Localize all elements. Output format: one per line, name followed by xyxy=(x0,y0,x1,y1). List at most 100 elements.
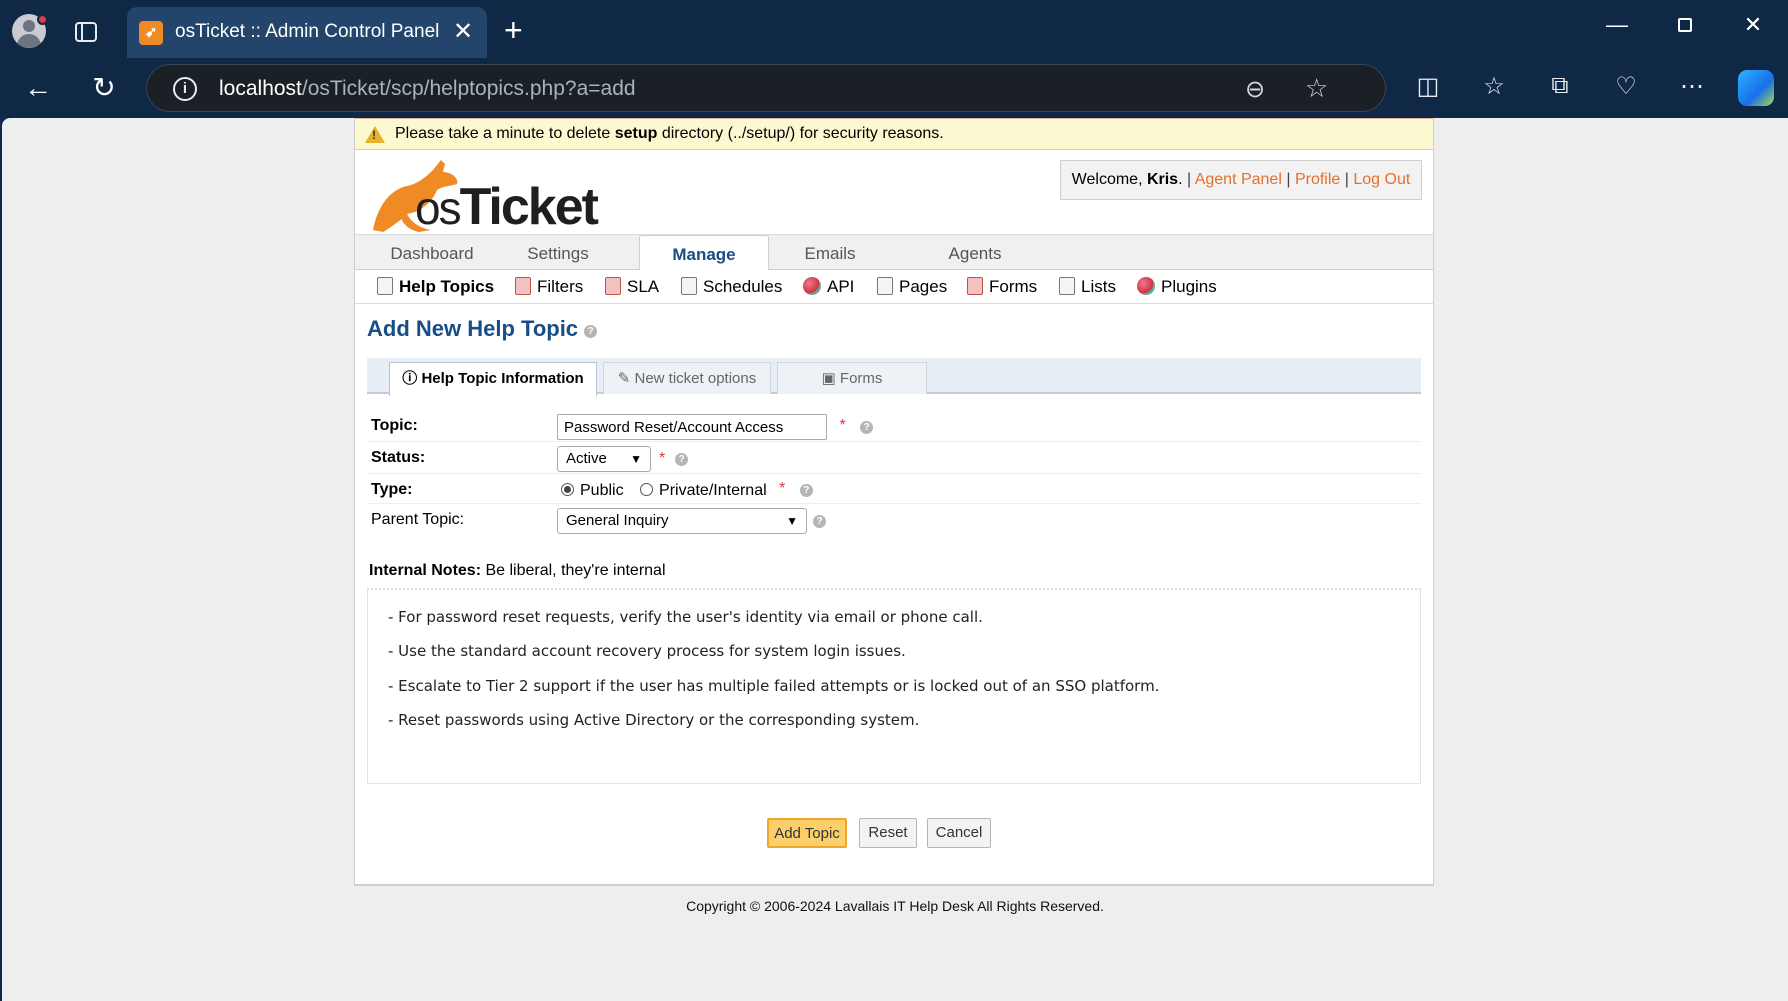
nav-settings[interactable]: Settings xyxy=(493,235,623,271)
subnav-api[interactable]: API xyxy=(803,270,854,304)
tab-help-topic-information[interactable]: ⓘ Help Topic Information xyxy=(389,362,597,396)
address-bar[interactable]: i localhost/osTicket/scp/helptopics.php?… xyxy=(146,64,1386,112)
internal-notes-editor[interactable]: - For password reset requests, verify th… xyxy=(367,588,1421,784)
parent-topic-help-icon[interactable]: ? xyxy=(813,514,826,528)
subnav-schedules[interactable]: Schedules xyxy=(681,270,782,304)
refresh-icon[interactable]: ↻ xyxy=(82,66,126,110)
new-tab-icon[interactable]: + xyxy=(504,14,523,46)
site-info-icon[interactable]: i xyxy=(173,77,197,101)
logout-link[interactable]: Log Out xyxy=(1353,171,1410,188)
subnav-lists[interactable]: Lists xyxy=(1059,270,1116,304)
status-select[interactable]: Active ▼ xyxy=(557,446,651,472)
sub-nav: Help Topics Filters SLA Schedules API Pa… xyxy=(355,270,1433,304)
nav-manage[interactable]: Manage xyxy=(639,235,769,272)
notification-dot xyxy=(37,14,48,25)
add-topic-button[interactable]: Add Topic xyxy=(767,818,847,848)
nav-emails[interactable]: Emails xyxy=(765,235,895,271)
plugins-icon xyxy=(1137,277,1155,295)
internal-notes-hint: Be liberal, they're internal xyxy=(485,562,666,579)
reset-button[interactable]: Reset xyxy=(859,818,917,848)
url-path: /osTicket/scp/helptopics.php?a=add xyxy=(301,77,636,100)
subnav-forms[interactable]: Forms xyxy=(967,270,1037,304)
main-nav: Dashboard Settings Manage Emails Agents xyxy=(355,234,1433,272)
topic-help-icon[interactable]: ? xyxy=(860,420,874,434)
required-asterisk: * xyxy=(659,450,666,467)
type-private-radio[interactable] xyxy=(640,483,654,496)
topic-row: Topic: * ? xyxy=(367,410,1421,442)
help-question-icon[interactable]: ? xyxy=(584,325,598,338)
subnav-sla[interactable]: SLA xyxy=(605,270,659,304)
type-field-wrap: Public Private/Internal * ? xyxy=(557,480,813,500)
browser-tab-title: osTicket :: Admin Control Panel xyxy=(175,21,440,42)
subnav-plugins[interactable]: Plugins xyxy=(1137,270,1217,304)
help-topics-icon xyxy=(377,277,393,295)
back-arrow-icon[interactable]: ← xyxy=(16,66,60,110)
api-icon xyxy=(803,277,821,295)
tab-new-ticket-options[interactable]: ✎ New ticket options xyxy=(603,362,771,394)
type-public-label: Public xyxy=(580,482,624,499)
copilot-icon[interactable] xyxy=(1738,70,1774,106)
type-row: Type: Public Private/Internal * ? xyxy=(367,474,1421,504)
browser-titlebar: ➶ osTicket :: Admin Control Panel ✕ + — … xyxy=(0,0,1788,58)
url-text[interactable]: localhost/osTicket/scp/helptopics.php?a=… xyxy=(219,77,636,101)
collections-icon[interactable]: ⧉ xyxy=(1542,72,1578,100)
setup-warning-banner: Please take a minute to delete setup dir… xyxy=(355,118,1433,150)
page-viewport: Please take a minute to delete setup dir… xyxy=(2,118,1788,1001)
username: Kris xyxy=(1146,171,1179,188)
tab-actions-icon[interactable] xyxy=(75,22,97,42)
subnav-help-topics[interactable]: Help Topics xyxy=(377,270,494,304)
browser-tab-active[interactable]: ➶ osTicket :: Admin Control Panel ✕ xyxy=(127,7,487,58)
notes-line: - Reset passwords using Active Directory… xyxy=(388,711,920,729)
pages-icon xyxy=(877,277,893,295)
parent-topic-row: Parent Topic: General Inquiry ▼ ? xyxy=(367,504,1421,536)
close-window-icon[interactable]: ✕ xyxy=(1733,12,1773,38)
more-menu-icon[interactable]: ⋯ xyxy=(1674,72,1710,101)
zoom-out-icon[interactable]: ⊖ xyxy=(1245,75,1265,104)
warning-text-prefix: Please take a minute to delete xyxy=(395,125,615,142)
minimize-window-icon[interactable]: — xyxy=(1597,12,1637,38)
type-private-label: Private/Internal xyxy=(659,482,767,499)
logo-wordmark: osTicket xyxy=(415,178,599,236)
status-help-icon[interactable]: ? xyxy=(675,452,689,466)
warning-triangle-icon xyxy=(365,126,385,143)
page-container: Please take a minute to delete setup dir… xyxy=(354,118,1434,886)
subnav-pages[interactable]: Pages xyxy=(877,270,947,304)
type-help-icon[interactable]: ? xyxy=(799,484,813,497)
parent-topic-field-wrap: General Inquiry ▼ ? xyxy=(557,508,826,534)
status-field-wrap: Active ▼ * ? xyxy=(557,446,689,472)
schedules-icon xyxy=(681,277,697,295)
required-asterisk: * xyxy=(779,480,786,497)
topic-field-wrap: * ? xyxy=(557,414,874,440)
tab-forms[interactable]: ▣ Forms xyxy=(777,362,927,394)
agent-panel-link[interactable]: Agent Panel xyxy=(1195,171,1282,188)
internal-notes-heading: Internal Notes: Be liberal, they're inte… xyxy=(369,562,666,580)
warning-text-bold: setup xyxy=(614,125,658,142)
chevron-down-icon: ▼ xyxy=(630,452,642,466)
subnav-filters[interactable]: Filters xyxy=(515,270,583,304)
type-public-radio[interactable] xyxy=(561,483,574,496)
profile-link[interactable]: Profile xyxy=(1295,171,1340,188)
cancel-button[interactable]: Cancel xyxy=(927,818,991,848)
close-tab-icon[interactable]: ✕ xyxy=(451,17,475,47)
favorites-icon[interactable]: ☆ xyxy=(1476,72,1512,101)
nav-agents[interactable]: Agents xyxy=(910,235,1040,271)
chevron-down-icon: ▼ xyxy=(786,514,798,528)
browser-essentials-icon[interactable]: ♡ xyxy=(1608,72,1644,101)
osticket-logo[interactable]: osTicket xyxy=(363,156,599,236)
parent-topic-select[interactable]: General Inquiry ▼ xyxy=(557,508,807,534)
topic-label: Topic: xyxy=(371,417,418,434)
welcome-text: Welcome, xyxy=(1071,171,1147,188)
notes-line: - Use the standard account recovery proc… xyxy=(388,642,906,660)
form-tabs: ⓘ Help Topic Information ✎ New ticket op… xyxy=(367,358,1421,396)
forms-icon xyxy=(967,277,983,295)
browser-toolbar: ← ↻ i localhost/osTicket/scp/helptopics.… xyxy=(0,58,1788,118)
kangaroo-favicon-icon: ➶ xyxy=(139,21,163,45)
topic-input[interactable] xyxy=(557,414,827,440)
required-asterisk: * xyxy=(839,416,846,434)
maximize-window-icon[interactable] xyxy=(1665,12,1705,38)
nav-dashboard[interactable]: Dashboard xyxy=(367,235,497,271)
internal-notes-label: Internal Notes: xyxy=(369,562,482,579)
split-screen-icon[interactable]: ◫ xyxy=(1410,72,1446,101)
status-label: Status: xyxy=(371,449,426,466)
favorite-star-icon[interactable]: ☆ xyxy=(1305,73,1328,104)
